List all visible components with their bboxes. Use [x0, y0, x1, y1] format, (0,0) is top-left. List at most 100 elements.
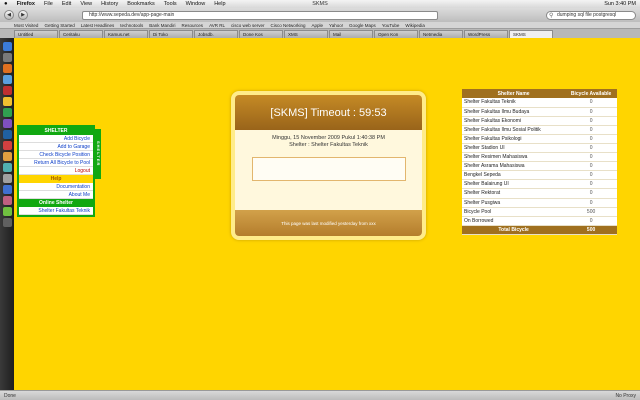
menu-add-to-garage[interactable]: Add to Garage: [19, 143, 93, 151]
bicycle-count: 500: [565, 207, 617, 217]
menu-documentation[interactable]: Documentation: [19, 183, 93, 191]
browser-tab[interactable]: Jobsdb.: [194, 30, 238, 38]
status-text: Done: [4, 392, 16, 399]
bookmark-item[interactable]: Getting Started: [44, 23, 74, 28]
shelter-name: Bengkel Sepeda: [462, 170, 566, 181]
menu-app-name[interactable]: Firefox: [17, 1, 35, 7]
app-icon[interactable]: [2, 108, 12, 117]
bookmark-item[interactable]: YouTube: [382, 23, 400, 28]
table-row: On Borrowed 0: [462, 216, 617, 226]
mail-icon[interactable]: [2, 75, 12, 84]
bicycle-count: 0: [565, 216, 617, 226]
app-icon[interactable]: [2, 141, 12, 150]
bookmark-item[interactable]: Resources: [182, 23, 204, 28]
menu-view[interactable]: View: [80, 1, 92, 7]
shelter-name: On Borrowed: [462, 216, 566, 226]
status-bar: Done No Proxy: [0, 390, 640, 400]
menu-edit[interactable]: Edit: [62, 1, 71, 7]
bookmark-item[interactable]: Google Maps: [349, 23, 376, 28]
total-count: 500: [565, 225, 617, 235]
shelter-table: Shelter Name Bicycle Available Shelter F…: [462, 89, 617, 235]
bicycle-count: 0: [565, 161, 617, 172]
search-input[interactable]: ⚲ dumping sql file postgresql: [546, 10, 636, 20]
shelter-name: Shelter Fakultas Ilmu Sosial Politik: [462, 125, 566, 135]
menu-bookmarks[interactable]: Bookmarks: [127, 1, 155, 7]
browser-tab[interactable]: Untitled: [14, 30, 58, 38]
app-icon[interactable]: [2, 119, 12, 128]
trash-icon[interactable]: [2, 218, 12, 227]
menu-return-all-bicycle[interactable]: Return All Bicycle to Pool: [19, 159, 93, 167]
browser-tab[interactable]: Netmedia: [419, 30, 463, 38]
menu-head-shelter: SHELTER: [19, 127, 93, 135]
table-row: Shelter Pusgiwa 0: [462, 198, 617, 208]
app-icon[interactable]: [2, 196, 12, 205]
proxy-status[interactable]: No Proxy: [615, 393, 636, 399]
table-row: Shelter Resimen Mahasiswa 0: [462, 152, 617, 163]
browser-tab[interactable]: Ceritaku: [59, 30, 103, 38]
bookmark-item[interactable]: AVR RL: [209, 23, 225, 28]
bicycle-count: 0: [565, 198, 617, 208]
bicycle-count: 0: [565, 143, 617, 154]
apple-icon[interactable]: ●: [4, 1, 8, 7]
table-row: Bicycle Pool 500: [462, 207, 617, 217]
bookmark-item[interactable]: Yahoo!: [329, 23, 343, 28]
app-icon[interactable]: [2, 207, 12, 216]
url-bar[interactable]: http://www.sepeda.dev/app-page-main: [82, 10, 438, 20]
browser-tab[interactable]: XMS: [284, 30, 328, 38]
menu-logout[interactable]: Logout: [19, 167, 93, 175]
menu-about-me[interactable]: About Me: [19, 191, 93, 199]
forward-icon[interactable]: ▶: [18, 10, 28, 20]
app-icon[interactable]: [2, 130, 12, 139]
app-icon[interactable]: [2, 152, 12, 161]
clock: Sun 3:40 PM: [604, 1, 636, 7]
bookmark-item[interactable]: cisco web server: [231, 23, 265, 28]
browser-tab[interactable]: WordPress: [464, 30, 508, 38]
browser-tab[interactable]: Open Kon: [374, 30, 418, 38]
panel-footer: This page was last modified yesterday fr…: [235, 210, 422, 236]
shelter-name: Shelter Stadion UI: [462, 143, 566, 154]
browser-tab-active[interactable]: SKMS: [509, 30, 553, 38]
app-icon[interactable]: [2, 174, 12, 183]
menu-check-bicycle-position[interactable]: Check Bicycle Position: [19, 151, 93, 159]
menu-tools[interactable]: Tools: [164, 1, 177, 7]
browser-tab[interactable]: Kamus.net: [104, 30, 148, 38]
menu-history[interactable]: History: [101, 1, 118, 7]
bookmark-item[interactable]: Latest Headlines: [81, 23, 115, 28]
bookmarks-bar: Most Visited Getting Started Latest Head…: [0, 22, 640, 29]
message-box: [251, 157, 406, 181]
finder-icon[interactable]: [2, 42, 12, 51]
bookmark-item[interactable]: technotools: [120, 23, 143, 28]
bicycle-count: 0: [565, 107, 617, 117]
menu-file[interactable]: File: [44, 1, 53, 7]
app-icon[interactable]: [2, 185, 12, 194]
menu-help[interactable]: Help: [214, 1, 225, 7]
app-icon[interactable]: [2, 97, 12, 106]
app-icon[interactable]: [2, 163, 12, 172]
dock: [0, 38, 14, 390]
browser-tab[interactable]: Mail: [329, 30, 373, 38]
bicycle-count: 0: [565, 98, 617, 108]
table-header-available: Bicycle Available: [565, 89, 617, 98]
system-icon[interactable]: [2, 53, 12, 62]
bicycle-count: 0: [565, 125, 617, 135]
shelter-name: Shelter Pusgiwa: [462, 198, 566, 208]
menu-add-bicycle[interactable]: Add Bicycle: [19, 135, 93, 143]
menu-online-shelter-item[interactable]: Shelter Fakultas Teknik: [19, 207, 93, 215]
search-text: dumping sql file postgresql: [557, 12, 617, 18]
table-row: Shelter Rektorat 0: [462, 188, 617, 199]
bookmark-item[interactable]: Apple: [312, 23, 324, 28]
menu-window[interactable]: Window: [186, 1, 206, 7]
bookmark-item[interactable]: Most Visited: [14, 23, 38, 28]
table-total-row: Total Bicycle 500: [462, 225, 617, 235]
table-row: Shelter Balairung UI 0: [462, 179, 617, 190]
left-menu: SHELTER Add Bicycle Add to Garage Check …: [17, 125, 101, 217]
bookmark-item[interactable]: Cisco Networking: [271, 23, 306, 28]
browser-tab[interactable]: Done Kos: [239, 30, 283, 38]
shelter-name: Shelter Asrama Mahasiswa: [462, 161, 566, 172]
app-icon[interactable]: [2, 86, 12, 95]
bookmark-item[interactable]: Wikipedia: [405, 23, 425, 28]
firefox-icon[interactable]: [2, 64, 12, 73]
back-icon[interactable]: ◀: [4, 10, 14, 20]
bookmark-item[interactable]: Bank Mandiri: [149, 23, 175, 28]
browser-tab[interactable]: Di Toko: [149, 30, 193, 38]
